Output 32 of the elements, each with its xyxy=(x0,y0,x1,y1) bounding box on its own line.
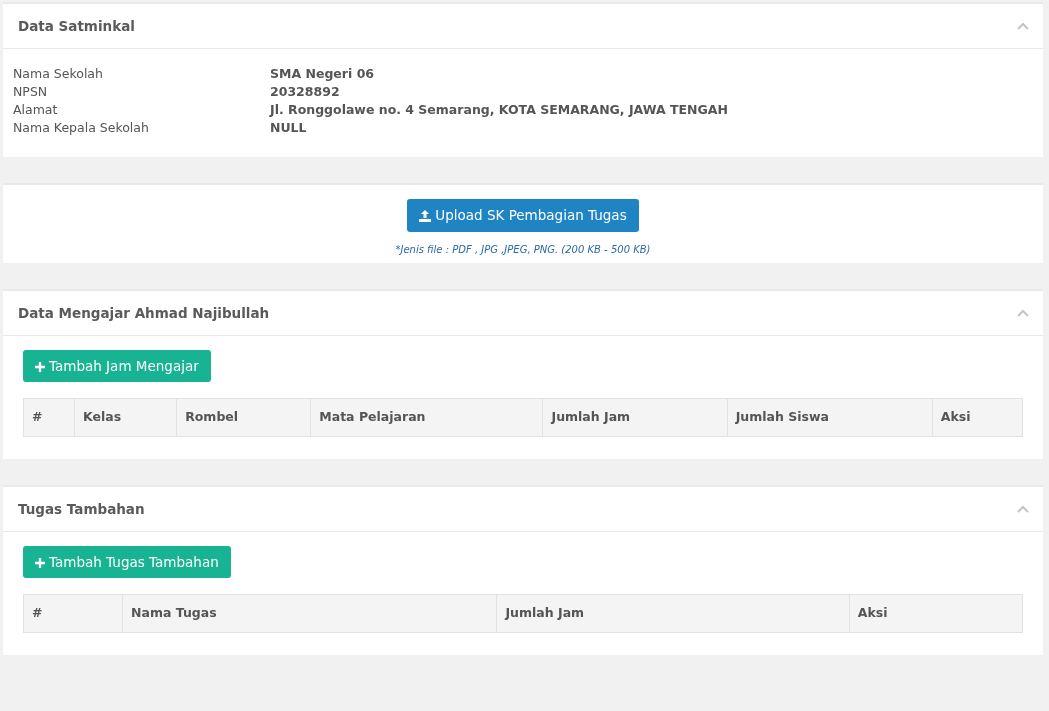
panel-title: Tugas Tambahan xyxy=(18,499,145,519)
column-header: Aksi xyxy=(932,398,1023,437)
column-header: Kelas xyxy=(74,398,177,437)
column-header: Jumlah Jam xyxy=(496,594,850,633)
add-button[interactable]: Tambah Jam Mengajar xyxy=(23,349,211,382)
column-header: # xyxy=(23,594,123,633)
field-value: 20328892 xyxy=(270,83,341,102)
field-value: SMA Negeri 06 xyxy=(270,65,376,84)
field-value: Jl. Ronggolawe no. 4 Semarang, KOTA SEMARANG, JAWA TENGAH xyxy=(270,101,729,120)
column-header: Jumlah Siswa xyxy=(727,398,933,437)
panel-title: Data Satminkal xyxy=(18,17,135,36)
add-button[interactable]: Tambah Tugas Tambahan xyxy=(23,546,231,579)
collapse-icon[interactable] xyxy=(1017,22,1029,31)
column-header: Aksi xyxy=(849,594,1023,633)
field-value: NULL xyxy=(270,119,308,138)
collapse-icon[interactable] xyxy=(1017,504,1029,513)
field-label: Nama Kepala Sekolah xyxy=(13,119,150,138)
panel-title: Data Mengajar Ahmad Najibullah xyxy=(18,303,270,323)
field-label: Nama Sekolah xyxy=(13,65,104,84)
upload-button[interactable]: Upload SK Pembagian Tugas xyxy=(407,199,639,232)
plus-icon xyxy=(35,558,45,568)
column-header: Jumlah Jam xyxy=(543,398,728,437)
column-header: Nama Tugas xyxy=(122,594,497,633)
collapse-icon[interactable] xyxy=(1017,308,1029,317)
field-label: Alamat xyxy=(13,101,59,120)
column-header: # xyxy=(23,398,75,437)
field-label: NPSN xyxy=(13,83,49,102)
column-header: Mata Pelajaran xyxy=(310,398,543,437)
column-header: Rombel xyxy=(176,398,311,437)
file-type-note: *Jenis file : PDF , JPG ,JPEG, PNG. (200 KB - 500 KB) xyxy=(395,242,651,257)
plus-icon xyxy=(35,361,45,372)
upload-icon xyxy=(419,210,432,223)
